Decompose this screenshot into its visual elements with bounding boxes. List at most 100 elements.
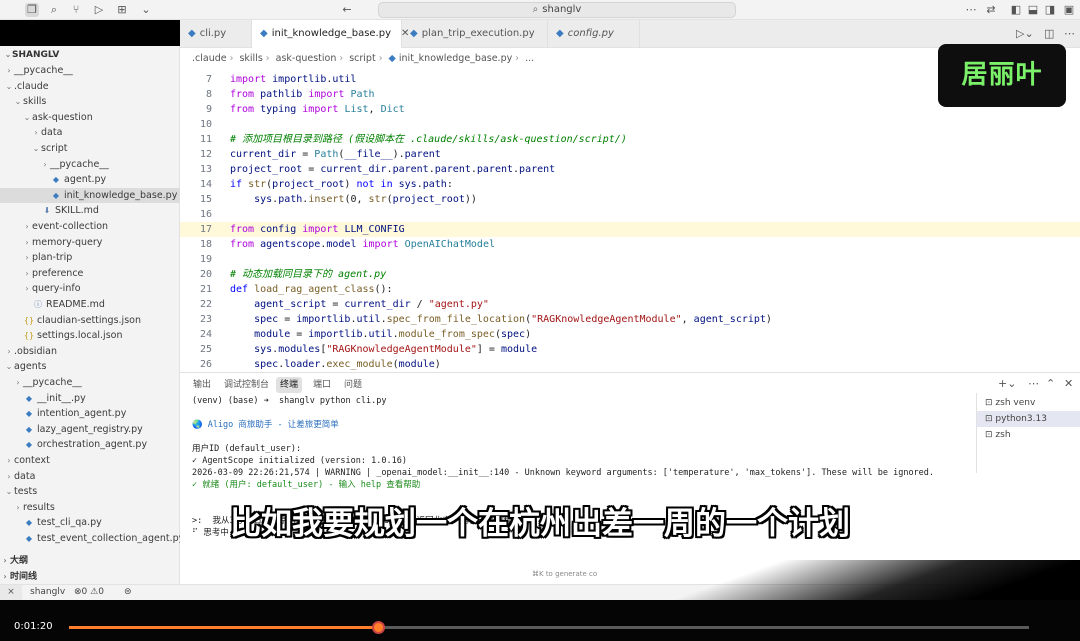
py-file-icon: ◆	[52, 190, 60, 200]
remote-icon[interactable]: ⨯	[0, 585, 22, 601]
swap-icon[interactable]: ⇄	[984, 3, 998, 17]
tree-file[interactable]: ◆ intention_agent.py	[0, 406, 180, 421]
extensions-icon[interactable]: ⊞	[115, 3, 129, 17]
video-progress-track[interactable]	[69, 621, 1029, 634]
py-file-icon: ◆	[25, 393, 33, 403]
tree-folder[interactable]: ⌄ skills	[0, 94, 180, 109]
tree-folder[interactable]: › plan-trip	[0, 250, 180, 265]
tree-folder[interactable]: › context	[0, 453, 180, 468]
tab-plan-trip-execution[interactable]: ◆ plan_trip_execution.py	[402, 20, 548, 48]
chevron-right-icon: ›	[16, 378, 20, 387]
tree-folder[interactable]: › results	[0, 500, 180, 515]
tree-file[interactable]: ◆ test_cli_qa.py	[0, 515, 180, 530]
tree-folder[interactable]: › query-info	[0, 281, 180, 296]
tree-file[interactable]: {} settings.local.json	[0, 328, 180, 343]
code-editor[interactable]: 7 import importlib.util 8 from pathlib impo…	[180, 70, 1080, 372]
toggle-secondary-sidebar-icon[interactable]: ◨	[1043, 3, 1057, 17]
maximize-panel-icon[interactable]: ⌃	[1046, 377, 1055, 390]
tree-folder[interactable]: ⌄ .claude	[0, 79, 180, 94]
code-text: from typing import List, Dict	[230, 104, 405, 115]
tree-folder[interactable]: ⌄ tests	[0, 484, 180, 499]
tab-debug-console[interactable]: 调试控制台	[220, 377, 273, 393]
terminal-item[interactable]: ⊡ zsh	[977, 427, 1080, 443]
split-editor-icon[interactable]: ◫	[1044, 27, 1054, 40]
tree-folder[interactable]: › preference	[0, 266, 180, 281]
outline-section[interactable]: › 大纲	[0, 553, 180, 568]
outline-label: 大纲	[10, 556, 29, 566]
tree-folder[interactable]: › __pycache__	[0, 375, 180, 390]
tree-folder[interactable]: › event-collection	[0, 219, 180, 234]
timeline-section[interactable]: › 时间线	[0, 569, 180, 584]
video-progress-handle[interactable]	[372, 621, 386, 634]
run-file-icon[interactable]: ▷⌄	[1016, 27, 1034, 40]
terminal-output[interactable]: (venv) (base) ➜ shanglv python cli.py 🌏 A…	[192, 395, 972, 585]
breadcrumb-item[interactable]: .claude	[192, 53, 227, 64]
more-icon[interactable]: ⋯	[964, 3, 978, 17]
tab-problems[interactable]: 问题	[340, 377, 366, 393]
terminal-item[interactable]: ⊡ python3.13	[977, 411, 1080, 427]
tree-folder[interactable]: ⌄ agents	[0, 359, 180, 374]
branch-status[interactable]: shanglv	[30, 585, 65, 600]
tree-item-label: settings.local.json	[37, 330, 123, 342]
problems-status[interactable]: ⊗0 ⚠0	[74, 585, 104, 600]
breadcrumb-item[interactable]: skills	[239, 53, 262, 64]
explorer-toggle-icon[interactable]: ❐	[25, 3, 39, 17]
new-terminal-icon[interactable]: +⌄	[998, 377, 1016, 390]
tree-item-label: SKILL.md	[55, 205, 99, 217]
tab-config[interactable]: ◆ config.py	[548, 20, 640, 48]
tree-folder[interactable]: › __pycache__	[0, 63, 180, 78]
tree-folder[interactable]: ⌄ ask-question	[0, 110, 180, 125]
tree-file[interactable]: ◆ init_knowledge_base.py	[0, 187, 180, 203]
tree-file[interactable]: ◆ __init__.py	[0, 391, 180, 406]
toggle-sidebar-icon[interactable]: ◧	[1009, 3, 1023, 17]
code-line: 13 project_root = current_dir.parent.pare…	[180, 162, 1080, 177]
more-icon[interactable]: ⋯	[1028, 377, 1039, 390]
tab-cli[interactable]: ◆ cli.py	[180, 20, 252, 48]
chevron-down-icon: ⌄	[5, 487, 13, 497]
tab-terminal[interactable]: 终端	[276, 377, 303, 393]
tree-folder[interactable]: › .obsidian	[0, 344, 180, 359]
tree-item-label: preference	[32, 267, 84, 279]
breadcrumb-item[interactable]: script	[349, 53, 375, 64]
tree-file[interactable]: ⬇ SKILL.md	[0, 203, 180, 218]
code-line: 10	[180, 117, 1080, 132]
breadcrumb-item[interactable]: ask-question	[276, 53, 337, 64]
explorer-root[interactable]: ⌄SHANGLV	[0, 48, 180, 62]
code-line: 22 agent_script = current_dir / "agent.p…	[180, 297, 1080, 312]
chevron-right-icon: ›	[7, 66, 11, 75]
layout-icon[interactable]: ▣	[1062, 3, 1076, 17]
tree-file[interactable]: ⓘ README.md	[0, 297, 180, 312]
source-control-icon[interactable]: ⑂	[69, 3, 83, 17]
tree-folder[interactable]: › memory-query	[0, 235, 180, 250]
tree-item-label: .claude	[14, 80, 49, 92]
code-line: 25 sys.modules["RAGKnowledgeAgentModule"…	[180, 342, 1080, 357]
tree-item-label: orchestration_agent.py	[37, 439, 148, 451]
command-center-search[interactable]: ⌕ shanglv	[378, 2, 736, 18]
more-actions-icon[interactable]: ⋯	[1064, 27, 1075, 40]
tab-init-knowledge-base[interactable]: ◆ init_knowledge_base.py ✕	[252, 20, 409, 48]
breadcrumb-item[interactable]: ...	[525, 53, 534, 64]
tree-item-label: test_event_collection_agent.py	[37, 533, 185, 544]
tree-folder[interactable]: › data	[0, 125, 180, 140]
run-debug-icon[interactable]: ▷	[92, 3, 106, 17]
tree-file[interactable]: {} claudian-settings.json	[0, 313, 180, 328]
line-number: 21	[199, 284, 212, 295]
tab-ports[interactable]: 端口	[309, 377, 335, 393]
tab-output[interactable]: 输出	[189, 377, 215, 393]
tree-file[interactable]: ◆ orchestration_agent.py	[0, 437, 180, 452]
tree-file[interactable]: ◆ test_event_collection_agent.py	[0, 531, 184, 546]
tree-folder[interactable]: ⌄ script	[0, 141, 180, 156]
tree-item-label: __pycache__	[50, 158, 109, 170]
back-arrow-icon[interactable]: ←	[340, 3, 354, 17]
toggle-panel-icon[interactable]: ⬓	[1026, 3, 1040, 17]
close-panel-icon[interactable]: ✕	[1064, 377, 1073, 390]
tree-file[interactable]: ◆ lazy_agent_registry.py	[0, 422, 180, 437]
chevron-down-icon[interactable]: ⌄	[139, 3, 153, 17]
tree-file[interactable]: ◆ agent.py	[0, 172, 180, 187]
breadcrumb-item[interactable]: init_knowledge_base.py	[399, 53, 512, 64]
search-icon[interactable]: ⌕	[47, 3, 61, 17]
tree-folder[interactable]: › __pycache__	[0, 157, 180, 172]
tree-folder[interactable]: › data	[0, 469, 180, 484]
ports-icon[interactable]: ⊜	[124, 585, 132, 600]
terminal-item[interactable]: ⊡ zsh venv	[977, 395, 1080, 411]
